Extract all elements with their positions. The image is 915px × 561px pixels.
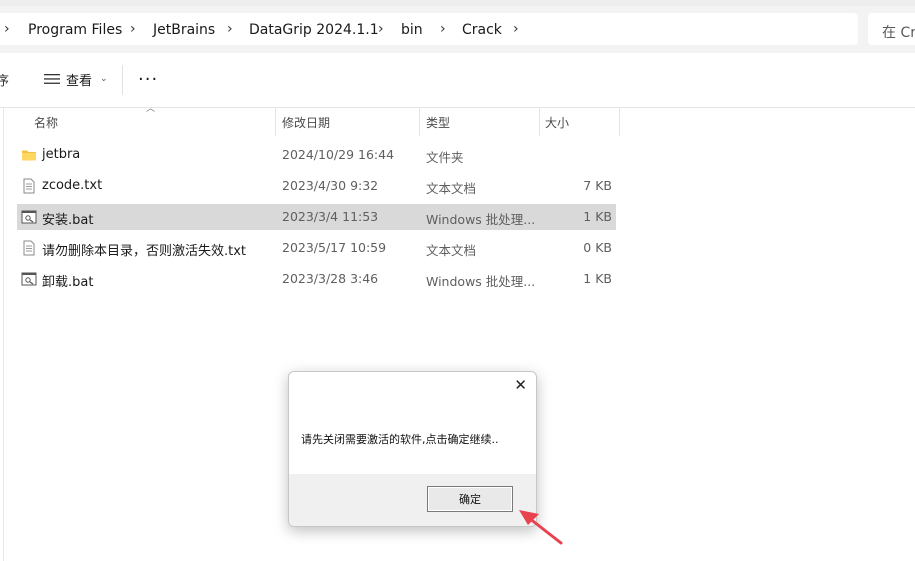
chevron-right-icon[interactable]: ›	[440, 21, 446, 37]
column-divider[interactable]	[619, 108, 620, 136]
file-date: 2023/4/30 9:32	[282, 178, 379, 193]
file-size: 1 KB	[583, 271, 612, 286]
column-header-date-label: 修改日期	[282, 116, 331, 130]
file-row-jetbra[interactable]: jetbra 2024/10/29 16:44 文件夹	[17, 142, 616, 168]
dialog-message: 请先关闭需要激活的软件,点击确定继续..	[301, 433, 499, 446]
breadcrumb-bin[interactable]: bin	[401, 22, 423, 38]
file-date: 2023/5/17 10:59	[282, 240, 387, 255]
file-size: 7 KB	[583, 178, 612, 193]
more-options-button[interactable]: ...	[138, 64, 158, 85]
file-name: 卸载.bat	[42, 275, 94, 290]
column-header-size-label: 大小	[545, 116, 570, 130]
toolbar-divider	[122, 65, 123, 95]
pointer-arrow-icon	[519, 510, 563, 545]
search-input[interactable]: 在 Crack	[868, 13, 915, 45]
file-type: Windows 批处理...	[426, 274, 536, 289]
chevron-right-icon[interactable]: ›	[378, 21, 384, 37]
file-size: 0 KB	[583, 240, 612, 255]
ok-button[interactable]: 确定	[427, 486, 513, 512]
column-header-size[interactable]: 大小	[540, 108, 620, 136]
batch-file-icon	[21, 210, 37, 224]
file-name: zcode.txt	[42, 178, 103, 193]
file-type: 文件夹	[426, 150, 464, 165]
breadcrumb-crack[interactable]: Crack	[462, 22, 502, 38]
batch-file-icon	[21, 272, 37, 286]
file-date: 2023/3/28 3:46	[282, 271, 379, 286]
command-bar: 序 查看 ⌄ ...	[0, 53, 915, 108]
file-type: 文本文档	[426, 243, 477, 258]
navigation-pane-border	[3, 108, 4, 561]
file-name: 安装.bat	[42, 213, 94, 228]
text-file-icon	[23, 178, 35, 194]
chevron-down-icon: ⌄	[100, 74, 108, 84]
column-header-date[interactable]: 修改日期	[276, 108, 419, 136]
dialog-footer: 确定	[289, 474, 536, 526]
file-name: jetbra	[42, 147, 81, 162]
file-row-install-bat[interactable]: 安装.bat 2023/3/4 11:53 Windows 批处理... 1 K…	[17, 204, 616, 230]
folder-icon	[22, 150, 36, 161]
text-file-icon	[23, 240, 35, 256]
address-bar: › Program Files › JetBrains › DataGrip 2…	[0, 6, 915, 53]
file-row-uninstall-bat[interactable]: 卸载.bat 2023/3/28 3:46 Windows 批处理... 1 K…	[17, 266, 616, 292]
column-header-type[interactable]: 类型	[420, 108, 539, 136]
file-size: 1 KB	[583, 209, 612, 224]
file-type: 文本文档	[426, 181, 477, 196]
file-row-do-not-delete[interactable]: 请勿删除本目录，否则激活失效.txt 2023/5/17 10:59 文本文档 …	[17, 235, 616, 261]
chevron-right-icon[interactable]: ›	[4, 21, 10, 37]
file-date: 2024/10/29 16:44	[282, 147, 395, 162]
column-header-name-label: 名称	[34, 116, 59, 130]
column-header-name[interactable]: 名称	[17, 108, 275, 136]
file-date: 2023/3/4 11:53	[282, 209, 379, 224]
chevron-right-icon[interactable]: ›	[227, 21, 233, 37]
file-name: 请勿删除本目录，否则激活失效.txt	[42, 244, 247, 259]
breadcrumb-datagrip[interactable]: DataGrip 2024.1.1	[249, 22, 379, 38]
file-type: Windows 批处理...	[426, 212, 536, 227]
message-dialog: ✕ 请先关闭需要激活的软件,点击确定继续.. 确定	[288, 371, 537, 527]
breadcrumb-jetbrains[interactable]: JetBrains	[153, 22, 215, 38]
search-placeholder: 在 Crack	[882, 25, 915, 41]
breadcrumb-program-files[interactable]: Program Files	[28, 22, 122, 38]
chevron-right-icon[interactable]: ›	[130, 21, 136, 37]
toolbar-clipped-label[interactable]: 序	[0, 70, 9, 89]
close-icon[interactable]: ✕	[514, 376, 527, 394]
chevron-right-icon[interactable]: ›	[513, 21, 519, 37]
view-label: 查看	[66, 73, 93, 89]
column-header-type-label: 类型	[426, 116, 451, 130]
view-button[interactable]: 查看 ⌄	[44, 69, 108, 89]
breadcrumb[interactable]: › Program Files › JetBrains › DataGrip 2…	[0, 13, 858, 45]
file-row-zcode[interactable]: zcode.txt 2023/4/30 9:32 文本文档 7 KB	[17, 173, 616, 199]
view-lines-icon	[44, 74, 60, 84]
